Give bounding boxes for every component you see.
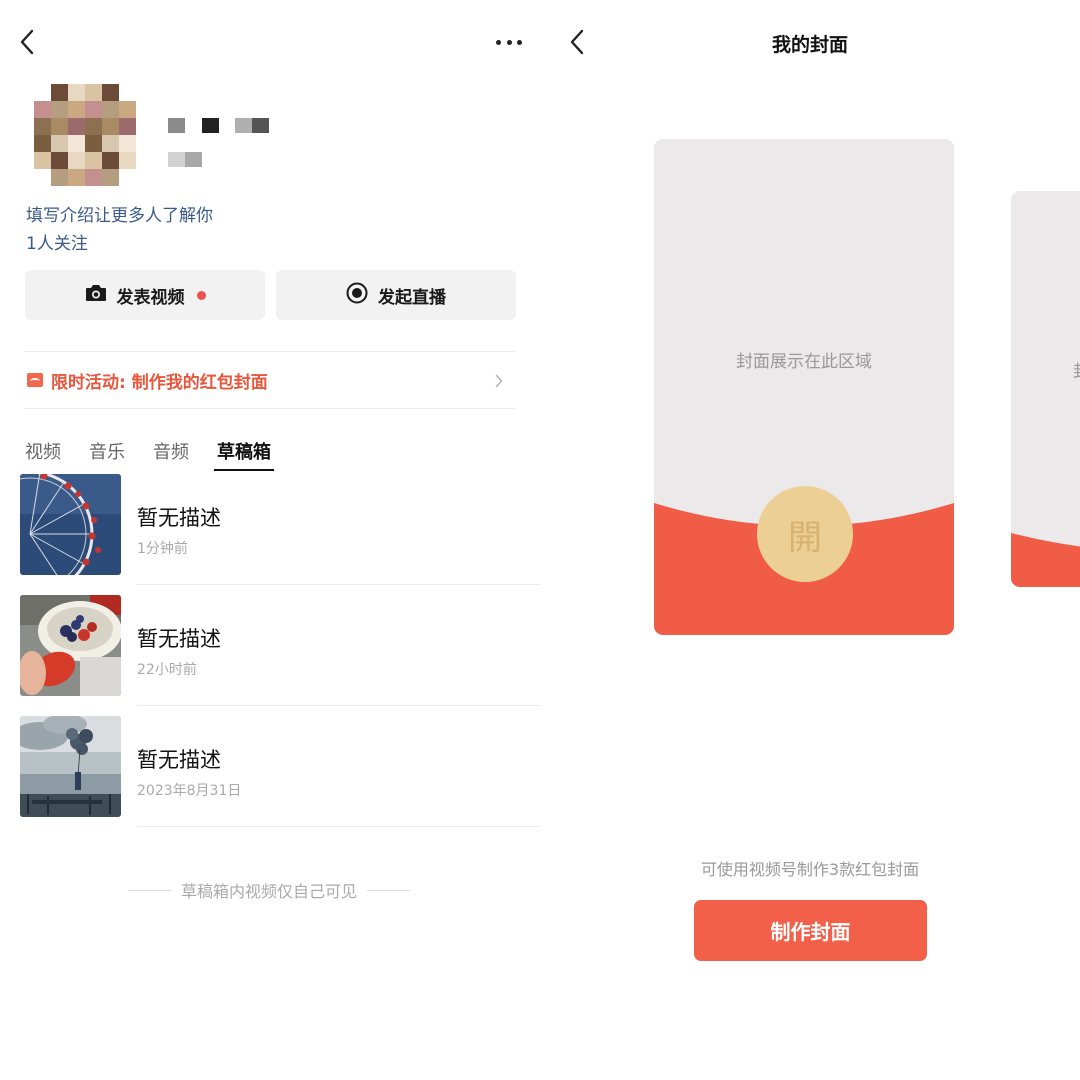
post-video-button[interactable]: 发表视频 — [25, 270, 265, 320]
avatar-pixel — [51, 101, 68, 118]
more-options-icon[interactable] — [496, 32, 522, 52]
username-pixel — [235, 118, 252, 133]
follower-count[interactable]: 1人关注 — [26, 229, 88, 254]
username-pixelated — [168, 118, 278, 170]
divider — [367, 889, 411, 891]
chevron-right-icon — [495, 373, 503, 392]
cover-placeholder-text: 封面展示在此区域 — [736, 352, 872, 372]
tab-music[interactable]: 音乐 — [89, 438, 125, 468]
avatar-pixel — [119, 135, 136, 152]
avatar-pixel — [102, 101, 119, 118]
avatar-pixel — [102, 152, 119, 169]
red-envelope-promo-row[interactable]: 限时活动: 制作我的红包封面 — [25, 351, 515, 409]
avatar-pixel — [119, 152, 136, 169]
avatar[interactable] — [34, 84, 136, 186]
avatar-pixel — [119, 118, 136, 135]
username-pixel — [168, 118, 185, 133]
avatar-pixel — [68, 118, 85, 135]
avatar-pixel — [34, 101, 51, 118]
tab-videos[interactable]: 视频 — [25, 438, 61, 468]
profile-panel: 填写介绍让更多人了解你 1人关注 发表视频 发起直播 限时活动: 制作我的红包封… — [0, 0, 540, 1080]
tab-audio[interactable]: 音频 — [153, 438, 189, 468]
draft-title: 暂无描述 — [137, 748, 221, 772]
avatar-pixel — [68, 101, 85, 118]
draft-timestamp: 22小时前 — [137, 662, 197, 678]
content-tabs: 视频 音乐 音频 草稿箱 — [25, 438, 299, 471]
ferris-wheel-image — [20, 474, 121, 575]
avatar-pixel — [68, 152, 85, 169]
avatar-pixel — [85, 101, 102, 118]
drafts-privacy-text: 草稿箱内视频仅自己可见 — [181, 882, 358, 901]
avatar-pixel — [102, 135, 119, 152]
username-pixel — [202, 118, 219, 133]
avatar-pixel — [119, 101, 136, 118]
avatar-pixel — [85, 84, 102, 101]
username-pixel — [185, 152, 202, 167]
promo-label: 限时活动: 制作我的红包封面 — [51, 372, 268, 393]
back-arrow-icon[interactable] — [16, 28, 38, 56]
draft-timestamp: 2023年8月31日 — [137, 783, 242, 799]
avatar-pixel — [51, 135, 68, 152]
page-title: 我的封面 — [771, 34, 848, 56]
avatar-pixel — [51, 84, 68, 101]
next-cover-card[interactable]: 封 — [1011, 191, 1080, 587]
make-cover-button[interactable]: 制作封面 — [694, 900, 927, 961]
fruit-bowl-image — [20, 595, 121, 696]
username-pixel — [168, 152, 185, 167]
avatar-pixel — [85, 152, 102, 169]
post-video-label: 发表视频 — [116, 287, 185, 308]
avatar-pixel — [102, 84, 119, 101]
camera-icon — [85, 284, 107, 306]
draft-list-item[interactable]: 暂无描述 1分钟前 — [20, 474, 540, 595]
my-cover-panel: 我的封面 封面展示在此区域 開 封 可使用视频号制作3款红包封面 制作封面 — [540, 0, 1080, 1080]
red-envelope-cover-card[interactable]: 封面展示在此区域 開 — [654, 139, 954, 635]
envelope-red-flap — [1011, 533, 1080, 587]
username-pixel — [252, 118, 269, 133]
avatar-pixel — [34, 118, 51, 135]
start-live-button[interactable]: 发起直播 — [276, 270, 516, 320]
balloons-seaside-image — [20, 716, 121, 817]
new-indicator-dot — [196, 290, 206, 300]
open-seal-icon: 開 — [757, 486, 853, 582]
live-record-icon — [346, 282, 368, 308]
red-envelope-icon — [27, 373, 43, 387]
avatar-pixel — [51, 118, 68, 135]
cover-quota-text: 可使用视频号制作3款红包封面 — [700, 860, 920, 879]
avatar-pixel — [34, 152, 51, 169]
start-live-label: 发起直播 — [378, 287, 446, 308]
avatar-pixel — [51, 152, 68, 169]
avatar-pixel — [85, 118, 102, 135]
draft-title: 暂无描述 — [137, 506, 221, 530]
fill-intro-link[interactable]: 填写介绍让更多人了解你 — [26, 201, 213, 226]
divider — [128, 889, 171, 891]
make-cover-label: 制作封面 — [770, 920, 851, 944]
avatar-pixel — [34, 135, 51, 152]
avatar-pixel — [102, 118, 119, 135]
avatar-pixel — [102, 169, 119, 186]
avatar-pixel — [68, 169, 85, 186]
avatar-pixel — [68, 135, 85, 152]
avatar-pixel — [51, 169, 68, 186]
avatar-pixel — [85, 169, 102, 186]
draft-list-item[interactable]: 暂无描述 2023年8月31日 — [20, 716, 540, 837]
next-cover-placeholder-text: 封 — [1073, 357, 1080, 382]
avatar-pixel — [85, 135, 102, 152]
divider — [137, 705, 540, 706]
divider — [137, 584, 540, 585]
draft-list-item[interactable]: 暂无描述 22小时前 — [20, 595, 540, 716]
avatar-pixel — [68, 84, 85, 101]
divider — [137, 826, 540, 827]
draft-timestamp: 1分钟前 — [137, 541, 188, 557]
draft-title: 暂无描述 — [137, 627, 221, 651]
drafts-privacy-note: 草稿箱内视频仅自己可见 — [128, 878, 411, 902]
tab-drafts[interactable]: 草稿箱 — [214, 438, 274, 471]
